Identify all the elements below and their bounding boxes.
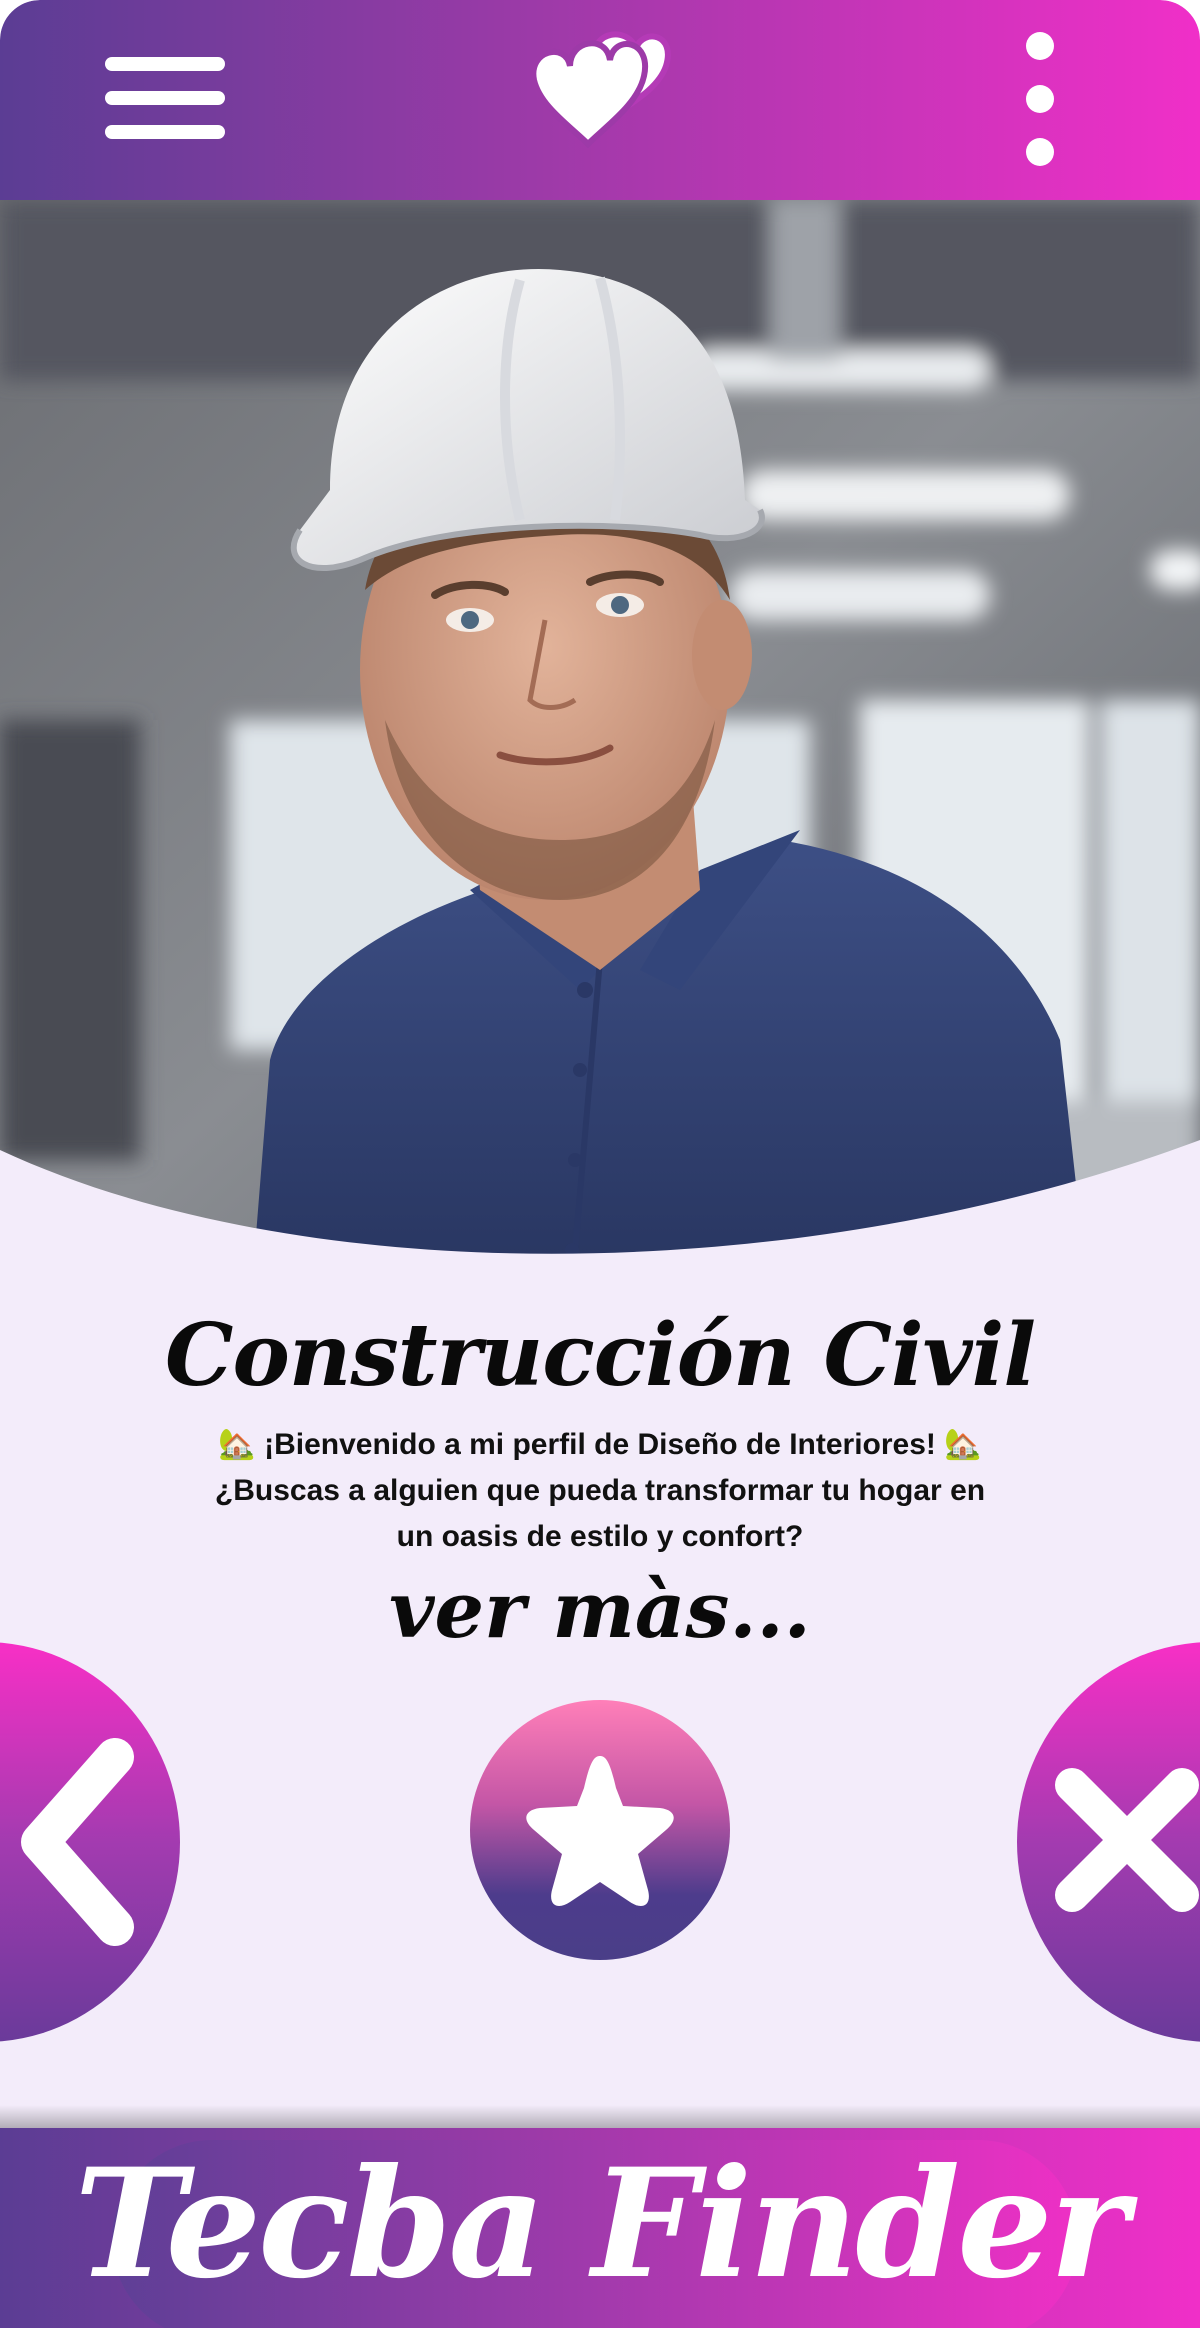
see-more-link[interactable]: ver màs... [0,1565,1200,1656]
brand-logo-text: Tecba Finder [74,2136,1128,2312]
dismiss-button[interactable] [1017,1642,1200,2042]
chevron-left-icon [21,1738,134,1946]
double-heart-icon [530,31,671,149]
star-icon [526,1756,674,1906]
back-button[interactable] [0,1642,180,2042]
app-screen: Construcción Civil 🏡 ¡Bienvenido a mi pe… [0,0,1200,2328]
hamburger-menu-icon[interactable] [95,45,235,155]
close-icon [1055,1768,1199,1912]
profile-photo[interactable] [0,200,1200,1310]
top-bar [0,0,1200,200]
footer-shadow [0,2105,1200,2129]
profile-title: Construcción Civil [165,1305,1036,1406]
profile-description: 🏡 ¡Bienvenido a mi perfil de Diseño de I… [214,1428,986,1553]
favorite-button[interactable] [470,1700,730,1960]
vertical-dots-icon[interactable] [1010,25,1070,175]
